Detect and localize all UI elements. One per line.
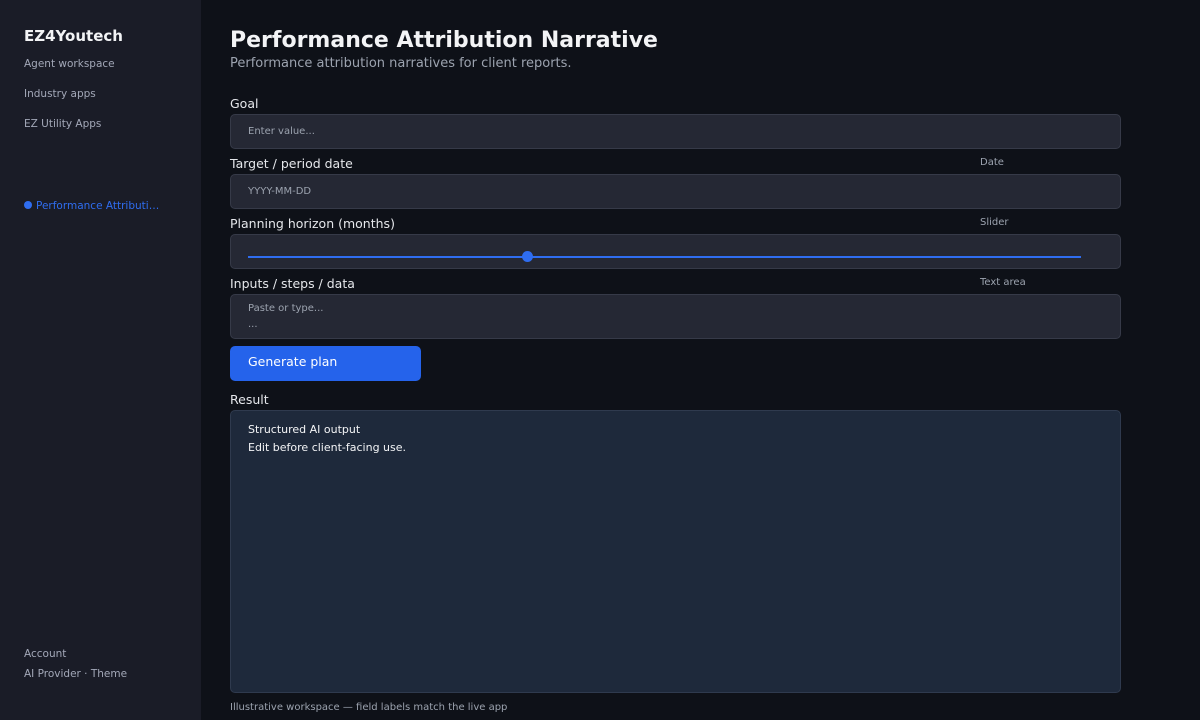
result-line-1: Structured AI output [248,423,361,436]
sidebar: EZ4Youtech Agent workspace Industry apps… [0,0,201,720]
sidebar-item-ez-utility-apps[interactable]: EZ Utility Apps [24,118,101,130]
inputs-textarea[interactable]: Paste or type... ... [230,294,1121,339]
page-title: Performance Attribution Narrative [230,28,658,53]
date-input[interactable] [248,186,1103,197]
inputs-placeholder-line-2: ... [248,319,258,330]
horizon-label: Planning horizon (months) [230,216,395,231]
date-field-container [230,174,1121,209]
result-panel: Structured AI output Edit before client-… [230,410,1121,693]
result-line-2: Edit before client-facing use. [248,441,407,454]
generate-plan-button[interactable]: Generate plan [230,346,421,381]
main-content: Performance Attribution Narrative Perfor… [230,0,1121,720]
inputs-placeholder: Paste or type... [248,303,324,314]
date-label: Target / period date [230,156,353,171]
active-dot-icon [24,201,32,209]
inputs-label: Inputs / steps / data [230,276,355,291]
footer-note: Illustrative workspace — field labels ma… [230,702,508,713]
result-label: Result [230,392,269,407]
horizon-slider-container [230,234,1121,269]
horizon-slider-track[interactable] [248,256,1081,258]
sidebar-item-active[interactable]: Performance Attributio... [24,200,164,212]
date-type-label: Date [980,157,1004,168]
sidebar-item-active-label: Performance Attributio... [36,200,164,212]
inputs-type-label: Text area [980,277,1026,288]
goal-label: Goal [230,96,259,111]
horizon-type-label: Slider [980,217,1009,228]
sidebar-item-industry-apps[interactable]: Industry apps [24,88,96,100]
goal-input[interactable] [248,126,1103,137]
ai-provider-theme-link[interactable]: AI Provider · Theme [24,668,127,680]
horizon-slider-thumb[interactable] [522,251,534,262]
account-link[interactable]: Account [24,648,66,660]
goal-field-container [230,114,1121,149]
brand-logo-text[interactable]: EZ4Youtech [24,27,123,45]
sidebar-item-agent-workspace[interactable]: Agent workspace [24,58,115,70]
page-subtitle: Performance attribution narratives for c… [230,56,572,71]
